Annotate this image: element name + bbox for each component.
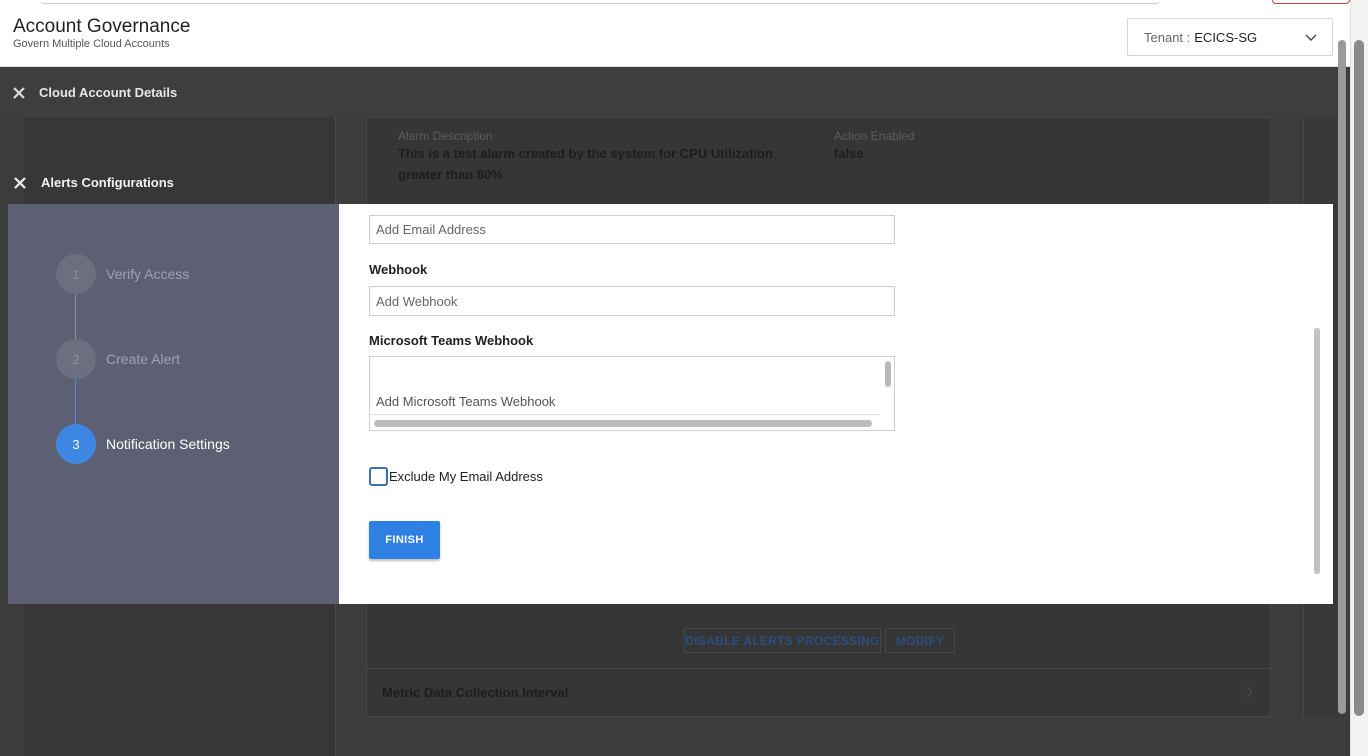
- modify-button[interactable]: MODIFY: [885, 628, 955, 653]
- browser-tab-edge: [40, 0, 1160, 4]
- finish-button[interactable]: FINISH: [369, 521, 440, 559]
- textarea-horizontal-scrollbar[interactable]: [374, 420, 872, 427]
- page-subtitle: Govern Multiple Cloud Accounts: [13, 38, 170, 50]
- metric-data-collection-label: Metric Data Collection Interval: [382, 685, 569, 700]
- step-2-circle: 2: [56, 339, 96, 379]
- alerts-configurations-title: Alerts Configurations: [41, 175, 174, 190]
- teams-webhook-edit-area[interactable]: Add Microsoft Teams Webhook: [370, 357, 880, 415]
- teams-webhook-placeholder: Add Microsoft Teams Webhook: [376, 394, 556, 409]
- step-3-label: Notification Settings: [106, 436, 230, 452]
- cloud-account-details-bar: [0, 67, 1350, 117]
- exclude-email-label[interactable]: Exclude My Email Address: [389, 469, 543, 484]
- notification-settings-form: Webhook Microsoft Teams Webhook Add Micr…: [339, 204, 1333, 604]
- email-address-input[interactable]: [369, 215, 895, 244]
- alarm-description-label: Alarm Description: [398, 129, 493, 143]
- alarm-description-line2: greater than 80%: [398, 167, 503, 182]
- close-icon[interactable]: [12, 86, 26, 100]
- wizard-steps-panel: 1 Verify Access 2 Create Alert 3 Notific…: [8, 204, 339, 604]
- page-title: Account Governance: [13, 16, 191, 37]
- tenant-label: Tenant :: [1144, 29, 1191, 45]
- disable-alerts-processing-button[interactable]: DISABLE ALERTS PROCESSING: [684, 628, 881, 653]
- webhook-label: Webhook: [369, 262, 428, 277]
- cloud-account-details-title: Cloud Account Details: [39, 85, 178, 100]
- action-enabled-value: false: [834, 146, 864, 161]
- step-2-label: Create Alert: [106, 351, 180, 367]
- page-scrollbar[interactable]: [1354, 40, 1364, 716]
- webhook-input[interactable]: [369, 286, 895, 316]
- teams-webhook-label: Microsoft Teams Webhook: [369, 333, 534, 348]
- step-3-circle: 3: [56, 424, 96, 464]
- action-enabled-label: Action Enabled: [834, 129, 915, 143]
- alert-indicator: [1272, 0, 1350, 4]
- textarea-vertical-scrollbar[interactable]: [885, 361, 891, 387]
- step-1-label: Verify Access: [106, 266, 190, 282]
- app-header: Account Governance Govern Multiple Cloud…: [0, 0, 1350, 67]
- alarm-description-line1: This is a test alarm created by the syst…: [398, 146, 773, 161]
- panel-scrollbar[interactable]: [1338, 40, 1346, 714]
- chevron-right-icon: [1246, 686, 1253, 698]
- metric-data-collection-row[interactable]: Metric Data Collection Interval: [367, 668, 1271, 716]
- teams-webhook-textarea[interactable]: Add Microsoft Teams Webhook: [369, 356, 895, 431]
- exclude-email-checkbox[interactable]: [369, 467, 388, 486]
- tenant-value: ECICS-SG: [1194, 29, 1258, 45]
- tenant-select[interactable]: Tenant : ECICS-SG: [1127, 18, 1333, 56]
- step-1-circle: 1: [56, 254, 96, 294]
- modal-scrollbar[interactable]: [1314, 328, 1320, 574]
- close-icon[interactable]: [13, 176, 27, 190]
- chevron-down-icon: [1305, 34, 1317, 41]
